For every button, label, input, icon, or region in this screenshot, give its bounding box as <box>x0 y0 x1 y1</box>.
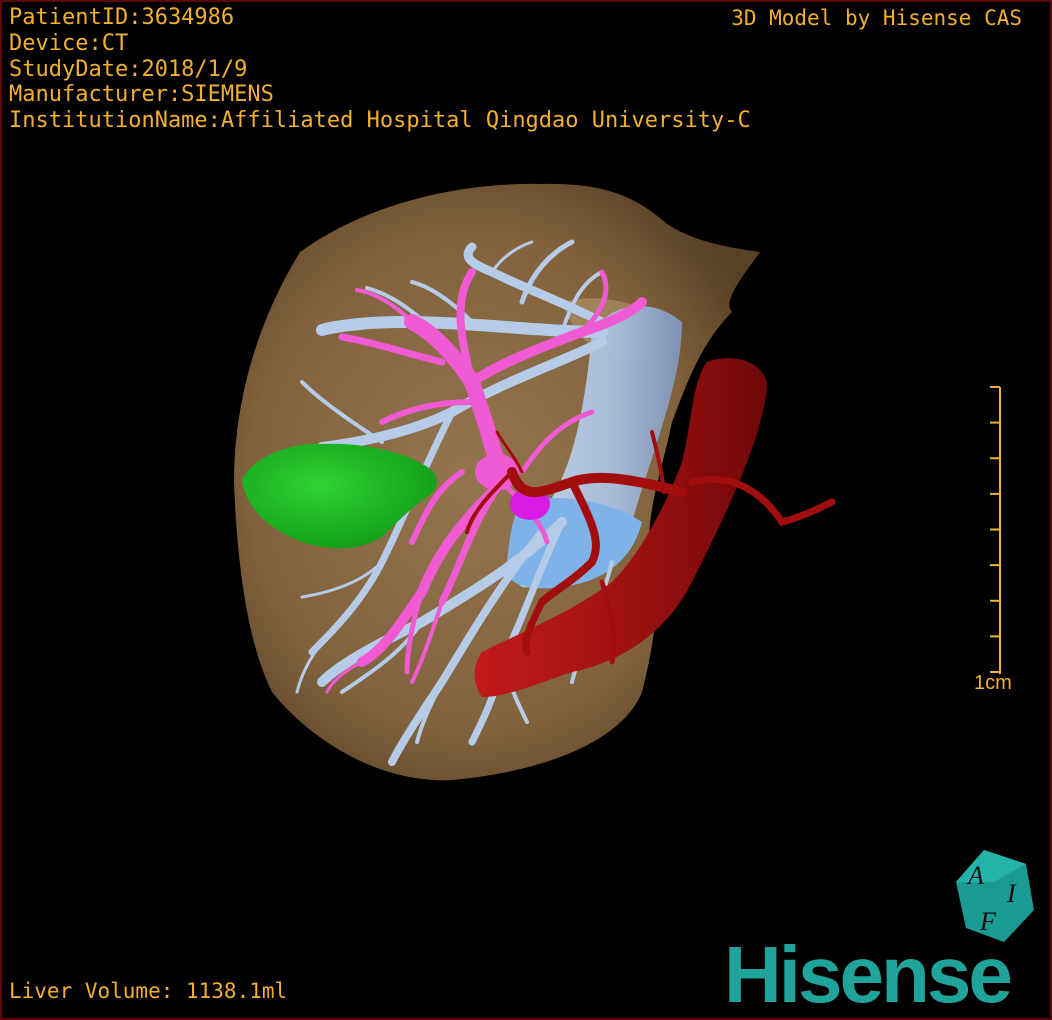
study-date: StudyDate:2018/1/9 <box>9 57 248 82</box>
institution-name: InstitutionName:Affiliated Hospital Qing… <box>9 108 751 133</box>
logo-letter-a: A <box>966 861 984 890</box>
device: Device:CT <box>9 31 129 56</box>
liver-volume: Liver Volume: 1138.1ml <box>9 979 288 1003</box>
scale-bar <box>990 386 1001 674</box>
patient-id: PatientID:3634986 <box>9 5 235 30</box>
model-credit: 3D Model by Hisense CAS <box>731 6 1022 30</box>
manufacturer: Manufacturer:SIEMENS <box>9 82 274 107</box>
3d-viewport[interactable]: PatientID:3634986 Device:CT StudyDate:20… <box>0 0 1052 1020</box>
scale-label: 1cm <box>974 672 1012 694</box>
logo-letter-i: I <box>1006 879 1017 908</box>
hisense-logo: Hisense <box>724 930 1013 1019</box>
